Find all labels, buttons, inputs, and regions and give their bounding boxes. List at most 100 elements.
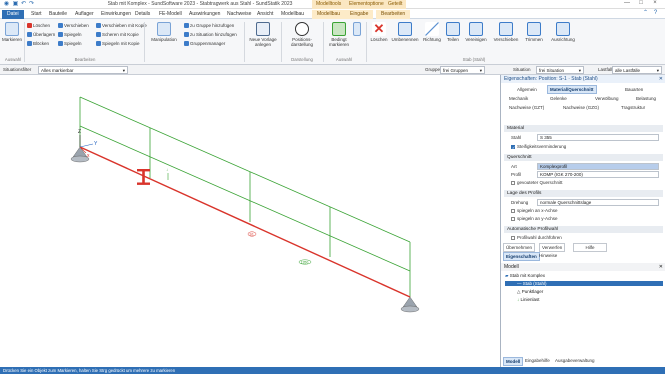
tab-belastung[interactable]: Belastung: [634, 95, 658, 102]
positionsdarstellung-button[interactable]: Positions-darstellung: [284, 22, 320, 47]
right-support[interactable]: [400, 296, 420, 313]
scheren-kopie-button[interactable]: Scheren mit Kopie: [96, 32, 139, 38]
steifigkeit-checkbox[interactable]: ✓ Steifigkeitsverminderung: [511, 144, 566, 149]
gruppe-hinzufuegen-button[interactable]: zu Gruppe hinzufügen: [184, 23, 234, 29]
spiegeln-label: Spiegeln: [64, 32, 82, 37]
tab-ausgabeverwaltung[interactable]: Ausgabeverwaltung: [553, 357, 597, 364]
stahl-select[interactable]: S 355: [537, 134, 659, 141]
ausrichtung-button[interactable]: Ausrichtung: [546, 22, 580, 42]
verschieben-kopie-button[interactable]: Verschieben mit Kopie: [96, 23, 147, 29]
tab-material-querschnitt[interactable]: Material/Querschnitt: [547, 85, 597, 94]
verschieben-button[interactable]: Verschieben: [58, 23, 89, 29]
hilfe-button[interactable]: Hilfe: [573, 243, 607, 252]
tab-auswirkungen[interactable]: Auswirkungen: [184, 10, 225, 19]
tree-item-linienlast[interactable]: ↓ Linienlast: [505, 297, 663, 302]
querschnitt-section[interactable]: Querschnitt: [504, 154, 663, 161]
bloecken-button[interactable]: Blöcken: [27, 41, 49, 47]
position-label[interactable]: S1: [247, 231, 257, 237]
neue-vorlage-button[interactable]: Neue Vorlage anlegen: [247, 22, 279, 47]
richtung-button[interactable]: Richtung: [420, 22, 444, 42]
model-viewport[interactable]: Z Y x ↓ S1 1350: [0, 75, 500, 367]
collapse-ribbon-icon[interactable]: ⌃: [642, 10, 649, 17]
load-value-label[interactable]: 1350: [298, 259, 312, 265]
lastfall-select[interactable]: alle Lastfälle ▾: [612, 66, 662, 74]
tab-datei[interactable]: Datei: [2, 10, 24, 19]
material-section[interactable]: Material: [504, 125, 663, 132]
spiegeln-button[interactable]: Spiegeln: [58, 32, 82, 38]
tab-mechanik[interactable]: Mechanik: [507, 95, 530, 102]
chevron-down-icon: ▾: [479, 68, 482, 73]
tab-bauarten[interactable]: Bauarten: [623, 86, 645, 93]
spiegeln-kopie-button[interactable]: Spiegeln mit Kopie: [96, 41, 140, 47]
vereinigen-button[interactable]: Vereinigen: [462, 22, 490, 42]
maximize-button[interactable]: □: [634, 0, 648, 9]
umbenennen-button[interactable]: Umbenennen: [390, 22, 420, 42]
tab-bauteile[interactable]: Bauteile: [44, 10, 72, 19]
lage-section[interactable]: Lage des Profils: [504, 190, 663, 197]
teilen-button[interactable]: Teilen: [444, 22, 462, 42]
tree-item-stab[interactable]: — Stab (Stahl): [505, 281, 663, 286]
loeschen-big-button[interactable]: ✕ Löschen: [368, 22, 390, 42]
tab-details[interactable]: Details: [130, 10, 155, 19]
markieren-button[interactable]: Markieren: [2, 22, 22, 42]
tree-item-punktlager[interactable]: △ Punktlager: [505, 289, 663, 295]
trimmen-button[interactable]: Trimmen: [522, 22, 546, 42]
tab-modellbau-ctx[interactable]: Modellbau: [312, 10, 346, 19]
spiegeln-y-checkbox[interactable]: spiegeln an y-Achse: [511, 216, 558, 221]
tab-hinweise[interactable]: Hinweise: [537, 252, 559, 259]
close-button[interactable]: ×: [648, 0, 662, 9]
block-icon: [27, 41, 32, 47]
auto-profil-section[interactable]: Automatische Profilwahl: [504, 226, 663, 233]
situation-hinzufuegen-button[interactable]: zu Situation hinzufügen: [184, 32, 237, 38]
manipulation-button[interactable]: Manipulation: [147, 22, 181, 42]
select-filter-button[interactable]: [352, 22, 362, 37]
gruppe-select[interactable]: frei Gruppen ▾: [440, 66, 485, 74]
tab-eigenschaften[interactable]: Eigenschaften: [503, 252, 540, 261]
close-icon[interactable]: ✕: [659, 264, 663, 270]
tab-nachweise-gzt[interactable]: Nachweise (GZT): [507, 104, 546, 111]
ueberlagern-button[interactable]: Überlagern: [27, 32, 55, 38]
tab-allgemein[interactable]: Allgemein: [515, 86, 539, 93]
loeschen-button[interactable]: Löschen: [27, 23, 50, 29]
mirror2-icon: [58, 41, 63, 47]
tab-modell[interactable]: Modell: [503, 357, 524, 366]
line-load[interactable]: [79, 96, 411, 297]
gevoutet-checkbox[interactable]: gevouteter Querschnitt: [511, 180, 563, 185]
situation-select[interactable]: frei Situation ▾: [536, 66, 584, 74]
art-select[interactable]: Komplexprofil: [537, 163, 659, 170]
spiegeln2-button[interactable]: Spiegeln: [58, 41, 82, 47]
mirror-copy-icon: [96, 41, 101, 47]
tab-auflager[interactable]: Auflager: [70, 10, 99, 19]
situationsfilter-select[interactable]: Alles markierbar ▾: [38, 66, 128, 74]
drehung-select[interactable]: normale Querschnittslage: [537, 199, 659, 206]
context-tab-geteilt: Geteilt: [384, 0, 407, 9]
minimize-button[interactable]: —: [620, 0, 634, 9]
gruppenmanager-button[interactable]: Gruppenmanager: [184, 41, 225, 47]
scheren-kopie-label: Scheren mit Kopie: [102, 32, 139, 37]
tab-gelenke[interactable]: Gelenke: [548, 95, 569, 102]
model-canvas[interactable]: Z Y x ↓ S1 1350: [0, 75, 500, 367]
tree-item-root[interactable]: ▰ Stab mit Komplex: [505, 273, 663, 279]
spiegeln-x-checkbox[interactable]: spiegeln an x-Achse: [511, 208, 558, 213]
tab-verwoelbung[interactable]: Verwölbung: [593, 95, 621, 102]
tab-ansicht[interactable]: Ansicht: [252, 10, 278, 19]
separator: [281, 22, 282, 62]
profil-input[interactable]: KOMP (IGK 270-200): [537, 171, 659, 178]
tab-nachweise-gzg[interactable]: Nachweise (GZG): [561, 104, 601, 111]
tab-fe-modell[interactable]: FE-Modell: [154, 10, 187, 19]
tab-tragstruktur[interactable]: Tragstruktur: [619, 104, 647, 111]
bedingt-markieren-button[interactable]: Bedingt markieren: [326, 22, 352, 47]
verwerfen-button[interactable]: Verwerfen: [539, 243, 566, 252]
verschieben-big-button[interactable]: Verschieben: [490, 22, 522, 42]
tab-modellbau[interactable]: Modellbau: [276, 10, 309, 19]
uebernehmen-button[interactable]: Übernehmen: [503, 243, 536, 252]
tab-eingabe[interactable]: Eingabe: [345, 10, 374, 19]
close-icon[interactable]: ✕: [659, 76, 663, 82]
group-manager-icon: [184, 41, 189, 47]
auto-profil-checkbox[interactable]: Profilwahl durchführen: [511, 235, 562, 240]
tab-eingabehilfe[interactable]: Eingabehilfe: [523, 357, 552, 364]
ribbon-tabs: Datei Start Bauteile Auflager Einwirkung…: [0, 9, 665, 19]
help-icon[interactable]: ?: [652, 10, 659, 17]
tab-bearbeiten[interactable]: Bearbeiten: [376, 10, 411, 19]
spiegeln-kopie-label: Spiegeln mit Kopie: [102, 41, 140, 46]
